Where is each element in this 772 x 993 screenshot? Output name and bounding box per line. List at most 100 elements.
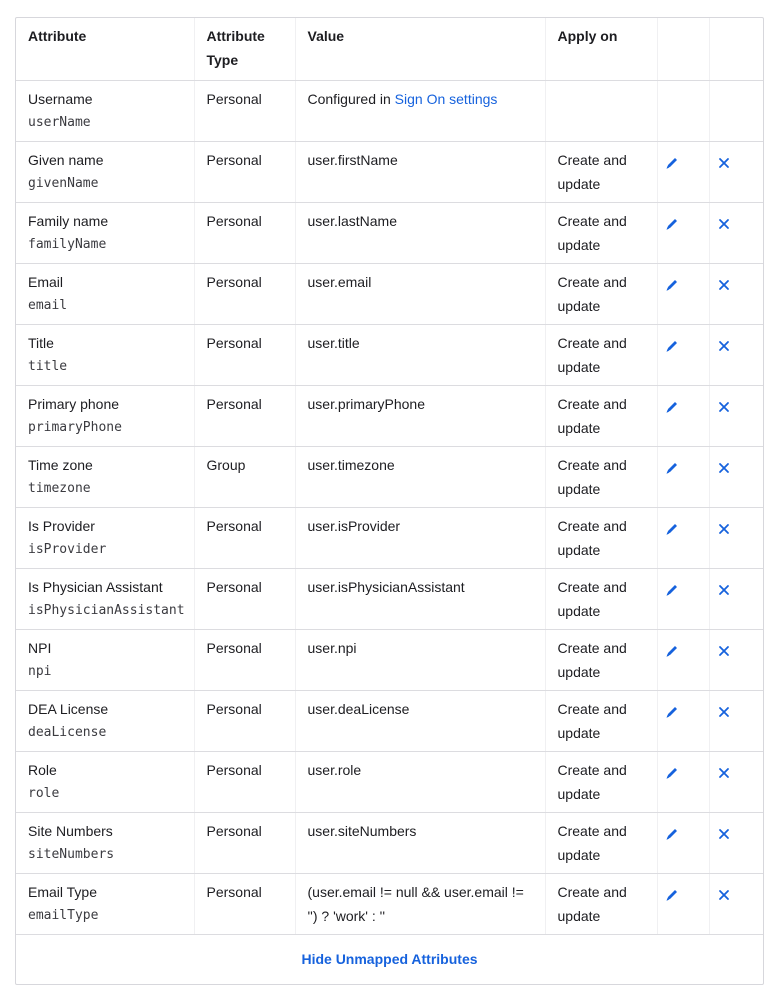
pencil-icon[interactable]	[664, 581, 680, 597]
cell-value: user.isPhysicianAssistant	[294, 568, 545, 630]
cell-apply-on: Create and update	[544, 202, 657, 264]
close-icon[interactable]	[716, 764, 732, 780]
cell-edit	[656, 80, 709, 142]
cell-attribute: DEA License deaLicense	[16, 690, 194, 752]
cell-remove	[708, 690, 763, 752]
cell-attribute-type: Personal	[193, 263, 295, 325]
pencil-icon[interactable]	[664, 703, 680, 719]
cell-apply-on	[544, 80, 657, 142]
header-apply-on: Apply on	[544, 18, 657, 81]
close-icon[interactable]	[716, 459, 732, 475]
table-row: Is Provider isProvider Personal user.isP…	[16, 507, 763, 569]
table-row: Given name givenName Personal user.first…	[16, 141, 763, 203]
attribute-mappings-table: Attribute Attribute Type Value Apply on …	[16, 18, 763, 935]
cell-apply-on: Create and update	[544, 751, 657, 813]
table-row: Email Type emailType Personal (user.emai…	[16, 873, 763, 935]
cell-remove	[708, 263, 763, 325]
attribute-label: Primary phone	[28, 396, 120, 412]
attribute-label: Role	[28, 762, 57, 778]
close-icon[interactable]	[716, 703, 732, 719]
cell-attribute: Email email	[16, 263, 194, 325]
close-icon[interactable]	[716, 520, 732, 536]
cell-edit	[656, 690, 709, 752]
close-icon[interactable]	[716, 642, 732, 658]
pencil-icon[interactable]	[664, 276, 680, 292]
cell-remove	[708, 141, 763, 203]
cell-edit	[656, 202, 709, 264]
hide-unmapped-attributes-link[interactable]: Hide Unmapped Attributes	[301, 951, 477, 967]
header-attribute-type: Attribute Type	[193, 18, 295, 81]
attribute-variable: isPhysicianAssistant	[28, 603, 185, 618]
cell-edit	[656, 629, 709, 691]
attribute-variable: isProvider	[28, 542, 107, 557]
attribute-variable: npi	[28, 664, 52, 679]
pencil-icon[interactable]	[664, 642, 680, 658]
cell-value: user.role	[294, 751, 545, 813]
attribute-label: Email	[28, 274, 64, 290]
cell-attribute-type: Personal	[193, 690, 295, 752]
cell-apply-on: Create and update	[544, 629, 657, 691]
attribute-variable: deaLicense	[28, 725, 107, 740]
cell-remove	[708, 751, 763, 813]
close-icon[interactable]	[716, 825, 732, 841]
table-row: Family name familyName Personal user.las…	[16, 202, 763, 264]
cell-value: user.timezone	[294, 446, 545, 508]
cell-value: user.lastName	[294, 202, 545, 264]
close-icon[interactable]	[716, 154, 732, 170]
cell-edit	[656, 446, 709, 508]
cell-remove	[708, 568, 763, 630]
cell-edit	[656, 324, 709, 386]
cell-attribute: Username userName	[16, 80, 194, 142]
close-icon[interactable]	[716, 398, 732, 414]
cell-apply-on: Create and update	[544, 324, 657, 386]
cell-edit	[656, 141, 709, 203]
cell-attribute: Email Type emailType	[16, 873, 194, 935]
close-icon[interactable]	[716, 215, 732, 231]
cell-attribute-type: Personal	[193, 568, 295, 630]
cell-remove	[708, 873, 763, 935]
cell-attribute: Primary phone primaryPhone	[16, 385, 194, 447]
cell-edit	[656, 873, 709, 935]
cell-apply-on: Create and update	[544, 385, 657, 447]
cell-apply-on: Create and update	[544, 690, 657, 752]
table-row: Time zone timezone Group user.timezone C…	[16, 446, 763, 508]
cell-edit	[656, 507, 709, 569]
cell-attribute-type: Personal	[193, 507, 295, 569]
pencil-icon[interactable]	[664, 398, 680, 414]
attribute-label: Family name	[28, 213, 109, 229]
attribute-label: Email Type	[28, 884, 97, 900]
cell-remove	[708, 202, 763, 264]
pencil-icon[interactable]	[664, 459, 680, 475]
pencil-icon[interactable]	[664, 154, 680, 170]
close-icon[interactable]	[716, 886, 732, 902]
pencil-icon[interactable]	[664, 886, 680, 902]
attribute-mappings-panel: Attribute Attribute Type Value Apply on …	[15, 17, 764, 985]
close-icon[interactable]	[716, 276, 732, 292]
header-value: Value	[294, 18, 545, 81]
cell-value: user.deaLicense	[294, 690, 545, 752]
pencil-icon[interactable]	[664, 520, 680, 536]
cell-apply-on: Create and update	[544, 873, 657, 935]
pencil-icon[interactable]	[664, 215, 680, 231]
attribute-variable: timezone	[28, 481, 91, 496]
cell-apply-on: Create and update	[544, 263, 657, 325]
cell-edit	[656, 751, 709, 813]
cell-edit	[656, 568, 709, 630]
cell-apply-on: Create and update	[544, 568, 657, 630]
cell-value: Configured in Sign On settings	[294, 80, 545, 142]
pencil-icon[interactable]	[664, 764, 680, 780]
pencil-icon[interactable]	[664, 825, 680, 841]
pencil-icon[interactable]	[664, 337, 680, 353]
cell-remove	[708, 629, 763, 691]
cell-edit	[656, 812, 709, 874]
close-icon[interactable]	[716, 337, 732, 353]
close-icon[interactable]	[716, 581, 732, 597]
attribute-label: Site Numbers	[28, 823, 113, 839]
cell-attribute: Role role	[16, 751, 194, 813]
sign-on-settings-link[interactable]: Sign On settings	[395, 91, 498, 107]
cell-remove	[708, 385, 763, 447]
cell-attribute-type: Personal	[193, 629, 295, 691]
cell-attribute: Site Numbers siteNumbers	[16, 812, 194, 874]
cell-attribute: Family name familyName	[16, 202, 194, 264]
cell-remove	[708, 507, 763, 569]
